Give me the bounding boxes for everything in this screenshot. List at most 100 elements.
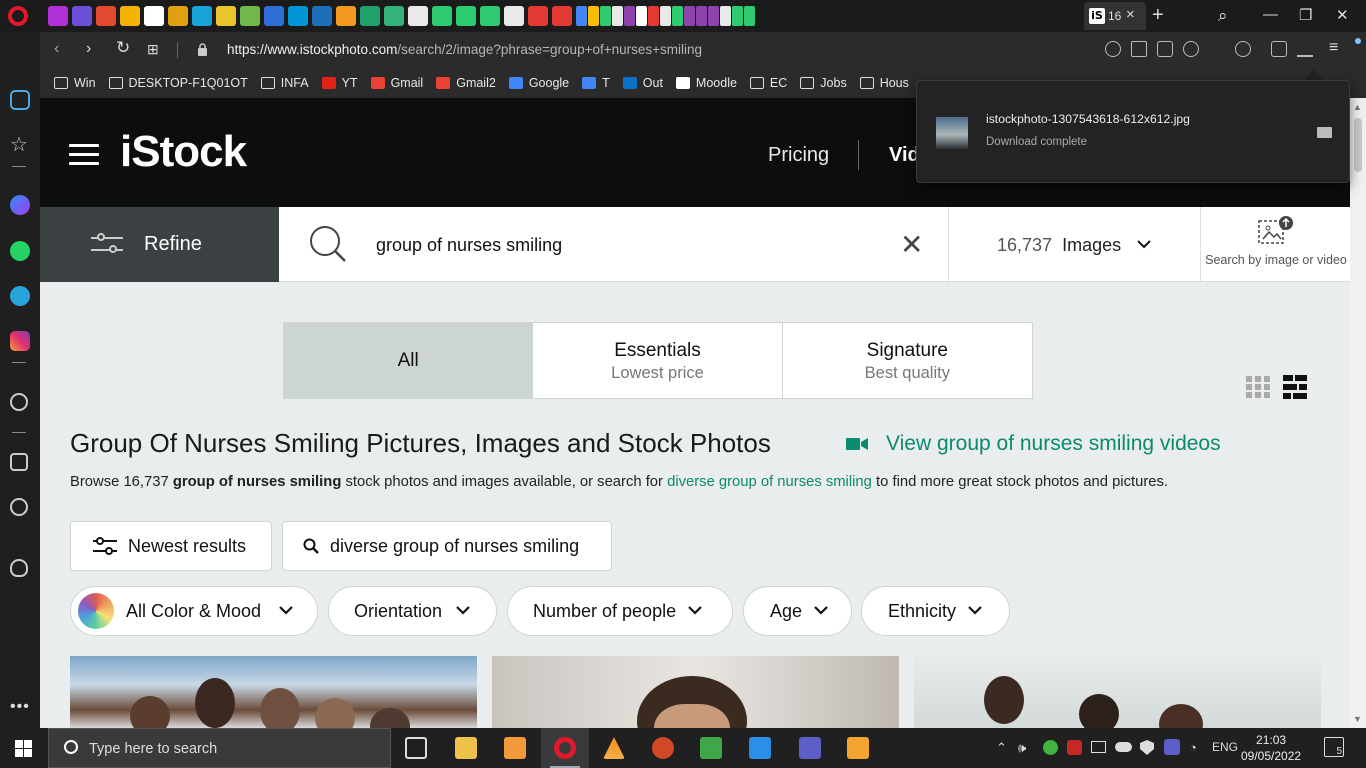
block-ads-icon[interactable] [1183,41,1199,57]
cube-icon[interactable] [1271,41,1287,57]
bookmark-out[interactable]: Out [622,76,663,90]
camera-icon[interactable] [1157,41,1173,57]
filter-color-mood[interactable]: All Color & Mood [70,586,318,636]
bookmark-win[interactable]: Win [54,76,96,90]
sort-newest-button[interactable]: Newest results [70,521,272,571]
bookmark-jobs[interactable]: Jobs [800,76,847,90]
tab-favicon-icon[interactable] [684,6,695,26]
tray-overflow-icon[interactable]: ⌃ [996,740,1007,756]
tab-favicon-icon[interactable] [96,6,116,26]
tab-favicon-icon[interactable] [240,6,260,26]
wifi-icon[interactable]: ◔ [1189,740,1197,755]
result-image-3[interactable] [914,656,1321,728]
scroll-up-icon[interactable]: ▲ [1353,102,1362,112]
send-icon[interactable] [1209,41,1225,57]
edit-icon[interactable] [1131,41,1147,57]
close-window-button[interactable]: ✕ [1336,6,1349,24]
tab-favicon-icon[interactable] [588,6,599,26]
teams-icon[interactable] [799,737,821,759]
tab-overview-icon[interactable]: ⊞ [147,41,159,58]
url-field[interactable]: https://www.istockphoto.com/search/2/ima… [227,42,702,57]
tab-favicon-icon[interactable] [528,6,548,26]
my-flow-heart-icon[interactable] [10,453,28,471]
search-by-image-label[interactable]: Search by image or video [1201,254,1350,267]
minimize-button[interactable]: — [1263,6,1278,23]
download-icon[interactable] [1297,41,1313,57]
battery-icon[interactable] [1091,741,1106,753]
tab-favicon-icon[interactable] [72,6,92,26]
tab-all[interactable]: All [284,323,534,398]
tab-favicon-icon[interactable] [720,6,731,26]
tab-favicon-icon[interactable] [288,6,308,26]
restore-button[interactable]: ❐ [1299,6,1312,24]
bookmark-google[interactable]: Google [508,76,569,90]
filter-orientation[interactable]: Orientation [328,586,497,636]
download-filename[interactable]: istockphoto-1307543618-612x612.jpg [986,112,1190,126]
tab-favicon-icon[interactable] [648,6,659,26]
tab-favicon-icon[interactable] [216,6,236,26]
filter-ethnicity[interactable]: Ethnicity [861,586,1010,636]
player-icon[interactable] [10,393,28,411]
tab-favicon-icon[interactable] [336,6,356,26]
tab-favicon-icon[interactable] [432,6,452,26]
lens-icon[interactable] [1105,41,1121,57]
tab-favicon-icon[interactable] [48,6,68,26]
speed-dial-icon[interactable] [10,90,30,110]
tab-favicon-icon[interactable] [732,6,743,26]
notification-center-icon[interactable]: 5 [1324,737,1344,757]
filter-number-of-people[interactable]: Number of people [507,586,733,636]
tab-favicon-icon[interactable] [624,6,635,26]
grid-view-icon[interactable] [1246,376,1270,398]
windows-start-icon[interactable] [15,740,32,757]
tab-favicon-icon[interactable] [672,6,683,26]
lightbulb-icon[interactable] [10,559,28,577]
tab-favicon-icon[interactable] [360,6,380,26]
tab-signature[interactable]: Signature Best quality [783,323,1032,398]
scrollbar-thumb[interactable] [1354,118,1362,172]
show-in-folder-icon[interactable] [1317,127,1332,138]
search-input[interactable]: group of nurses smiling [376,235,562,256]
tab-favicon-icon[interactable] [600,6,611,26]
onedrive-cloud-icon[interactable] [1115,742,1132,752]
tray-app-icon[interactable] [1067,740,1082,755]
tab-favicon-icon[interactable] [612,6,623,26]
view-videos-link[interactable]: View group of nurses smiling videos [846,432,1221,456]
tab-favicon-icon[interactable] [120,6,140,26]
tab-favicon-icon[interactable] [696,6,707,26]
page-scrollbar[interactable]: ▲ ▼ [1350,98,1366,728]
vscode-icon[interactable] [749,737,771,759]
tab-favicon-icon[interactable] [168,6,188,26]
tab-favicon-icon[interactable] [480,6,500,26]
messenger-icon[interactable] [10,195,30,215]
bookmark-ec[interactable]: EC [749,76,787,90]
instagram-icon[interactable] [10,331,30,351]
diverse-search-link[interactable]: diverse group of nurses smiling [667,474,872,490]
defender-shield-icon[interactable] [1140,740,1154,755]
opera-menu-icon[interactable] [8,6,28,26]
tab-favicon-icon[interactable] [192,6,212,26]
taskbar-search-box[interactable]: Type here to search [48,728,391,768]
tab-favicon-icon[interactable] [144,6,164,26]
bookmark-infa[interactable]: INFA [260,76,309,90]
scroll-down-icon[interactable]: ▼ [1353,714,1362,724]
more-icon[interactable]: ••• [10,698,30,716]
tab-favicon-icon[interactable] [636,6,647,26]
tab-favicon-icon[interactable] [576,6,587,26]
tab-favicon-icon[interactable] [312,6,332,26]
istock-logo[interactable]: iStock [120,127,247,177]
opera-taskbar-button[interactable] [541,728,589,768]
result-image-1[interactable] [70,656,477,728]
close-tab-icon[interactable]: × [1126,6,1135,23]
tab-essentials[interactable]: Essentials Lowest price [533,323,783,398]
file-explorer-icon[interactable] [455,737,477,759]
system-clock[interactable]: 21:03 09/05/2022 [1241,732,1301,764]
pdf-app-icon[interactable] [504,737,526,759]
active-tab[interactable]: iS 16 × [1084,2,1146,30]
nav-pricing-link[interactable]: Pricing [768,144,829,167]
related-search-button[interactable]: diverse group of nurses smiling [282,521,612,571]
new-tab-button[interactable]: + [1152,4,1164,27]
filter-age[interactable]: Age [743,586,852,636]
tab-favicon-icon[interactable] [456,6,476,26]
bookmarks-star-icon[interactable]: ☆ [10,135,30,155]
language-indicator[interactable]: ENG [1212,740,1238,754]
